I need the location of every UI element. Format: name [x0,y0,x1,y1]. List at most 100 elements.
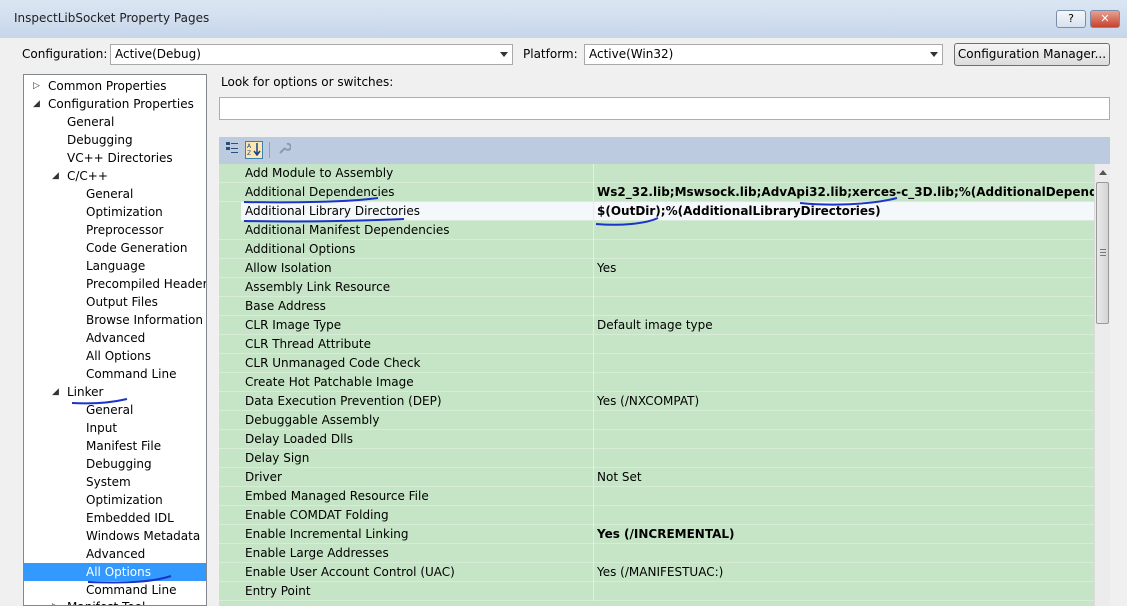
help-button[interactable]: ? [1056,10,1086,28]
tree-item-cpp-code-generation[interactable]: Code Generation [86,239,187,257]
row-gutter [219,202,241,221]
grid-row-clr-image-type[interactable]: CLR Image Type Default image type [219,316,1094,335]
tree-item-linker-system[interactable]: System [86,473,131,491]
grid-row-clr-unmanaged-code-check[interactable]: CLR Unmanaged Code Check [219,354,1094,373]
tree-item-linker-command-line[interactable]: Command Line [86,581,177,599]
property-tree[interactable]: ▷ Common Properties ◢ Configuration Prop… [23,74,207,606]
tree-item-linker-manifest-file[interactable]: Manifest File [86,437,161,455]
scroll-up-arrow-icon[interactable] [1099,170,1107,175]
property-name: Enable User Account Control (UAC) [245,565,455,579]
tree-item-linker-embedded-idl[interactable]: Embedded IDL [86,509,174,527]
grid-row-enable-comdat-folding[interactable]: Enable COMDAT Folding [219,506,1094,525]
tree-item-common-properties[interactable]: Common Properties [48,77,167,95]
tree-item-cpp-preprocessor[interactable]: Preprocessor [86,221,163,239]
svg-text:Z: Z [247,150,251,156]
tree-item-cpp[interactable]: C/C++ [67,167,108,185]
column-divider [593,544,594,563]
grid-row-allow-isolation[interactable]: Allow Isolation Yes [219,259,1094,278]
column-divider [593,468,594,487]
property-name: Enable Large Addresses [245,546,389,560]
grid-row-enable-incremental-linking[interactable]: Enable Incremental Linking Yes (/INCREMEN… [219,525,1094,544]
tree-item-cpp-browse-information[interactable]: Browse Information [86,311,203,329]
grid-row-base-address[interactable]: Base Address [219,297,1094,316]
grid-row-delay-sign[interactable]: Delay Sign [219,449,1094,468]
grid-row-data-execution-prevention[interactable]: Data Execution Prevention (DEP) Yes (/NXC… [219,392,1094,411]
search-input[interactable] [219,97,1110,120]
property-value: Yes (/INCREMENTAL) [597,527,735,541]
grid-row-additional-manifest-dependencies[interactable]: Additional Manifest Dependencies [219,221,1094,240]
column-divider [593,354,594,373]
tree-item-cpp-advanced[interactable]: Advanced [86,329,145,347]
vertical-scrollbar[interactable] [1094,164,1110,606]
column-divider [593,164,594,183]
tree-item-linker-general[interactable]: General [86,401,133,419]
tree-item-vcpp-directories[interactable]: VC++ Directories [67,149,173,167]
column-divider [593,316,594,335]
tree-item-label: All Options [86,565,151,579]
column-divider [593,373,594,392]
expand-arrow-icon[interactable]: ▷ [52,602,59,605]
grid-row-embed-managed-resource-file[interactable]: Embed Managed Resource File [219,487,1094,506]
tree-item-linker[interactable]: Linker [67,383,103,401]
grid-row-additional-options[interactable]: Additional Options [219,240,1094,259]
grid-row-enable-large-addresses[interactable]: Enable Large Addresses [219,544,1094,563]
tree-item-cpp-language[interactable]: Language [86,257,145,275]
alphabetical-sort-icon[interactable]: AZ [245,141,263,159]
column-divider [593,278,594,297]
close-button[interactable]: ✕ [1090,10,1120,28]
column-divider [593,221,594,240]
tree-item-cpp-all-options[interactable]: All Options [86,347,151,365]
column-divider [593,392,594,411]
grid-row-delay-loaded-dlls[interactable]: Delay Loaded Dlls [219,430,1094,449]
tree-item-linker-input[interactable]: Input [86,419,117,437]
tree-item-cpp-precompiled-headers[interactable]: Precompiled Headers [86,275,206,293]
grid-toolbar: AZ [219,137,1110,164]
expand-arrow-icon[interactable]: ▷ [33,81,40,91]
grid-row-enable-user-account-control[interactable]: Enable User Account Control (UAC) Yes (/M… [219,563,1094,582]
svg-text:A: A [247,143,252,150]
tree-item-manifest-tool[interactable]: Manifest Tool [67,598,145,605]
title-bar: InspectLibSocket Property Pages ? ✕ [0,0,1127,38]
configuration-manager-button[interactable]: Configuration Manager... [954,43,1110,66]
collapse-arrow-icon[interactable]: ◢ [33,99,40,109]
tree-item-cpp-optimization[interactable]: Optimization [86,203,163,221]
platform-dropdown[interactable]: Active(Win32) [584,44,943,65]
tree-item-linker-optimization[interactable]: Optimization [86,491,163,509]
tree-item-general[interactable]: General [67,113,114,131]
grid-row-add-module-to-assembly[interactable]: Add Module to Assembly [219,164,1094,183]
collapse-arrow-icon[interactable]: ◢ [52,387,59,397]
property-name: Additional Library Directories [245,204,421,218]
property-grid: Add Module to Assembly Additional Depend… [219,164,1094,606]
configuration-value: Active(Debug) [115,47,201,61]
tree-item-cpp-command-line[interactable]: Command Line [86,365,177,383]
collapse-arrow-icon[interactable]: ◢ [52,171,59,181]
grid-row-assembly-link-resource[interactable]: Assembly Link Resource [219,278,1094,297]
property-name: Driver [245,470,282,484]
column-divider [593,202,594,221]
platform-label: Platform: [523,47,578,61]
grid-row-additional-dependencies[interactable]: Additional Dependencies Ws2_32.lib;Mswsoc… [219,183,1094,202]
grid-row-driver[interactable]: Driver Not Set [219,468,1094,487]
tree-item-cpp-general[interactable]: General [86,185,133,203]
grid-row-create-hot-patchable-image[interactable]: Create Hot Patchable Image [219,373,1094,392]
thumb-grip [1100,255,1106,256]
categorized-icon[interactable] [223,141,241,159]
grid-row-clr-thread-attribute[interactable]: CLR Thread Attribute [219,335,1094,354]
configuration-dropdown[interactable]: Active(Debug) [110,44,513,65]
grid-row-entry-point[interactable]: Entry Point [219,582,1094,601]
grid-row-debuggable-assembly[interactable]: Debuggable Assembly [219,411,1094,430]
column-divider [593,240,594,259]
tree-item-linker-advanced[interactable]: Advanced [86,545,145,563]
grid-row-additional-library-directories[interactable]: Additional Library Directories $(OutDir);… [219,202,1094,221]
tree-item-linker-debugging[interactable]: Debugging [86,455,152,473]
property-name: Entry Point [245,584,311,598]
tree-item-linker-windows-metadata[interactable]: Windows Metadata [86,527,200,545]
tree-item-linker-all-options-selected[interactable]: All Options [24,563,206,581]
scrollbar-thumb[interactable] [1096,182,1109,324]
tree-item-configuration-properties[interactable]: Configuration Properties [48,95,194,113]
tree-item-debugging[interactable]: Debugging [67,131,133,149]
property-name: Add Module to Assembly [245,166,394,180]
tree-item-cpp-output-files[interactable]: Output Files [86,293,158,311]
column-divider [593,297,594,316]
wrench-icon[interactable] [275,141,293,159]
